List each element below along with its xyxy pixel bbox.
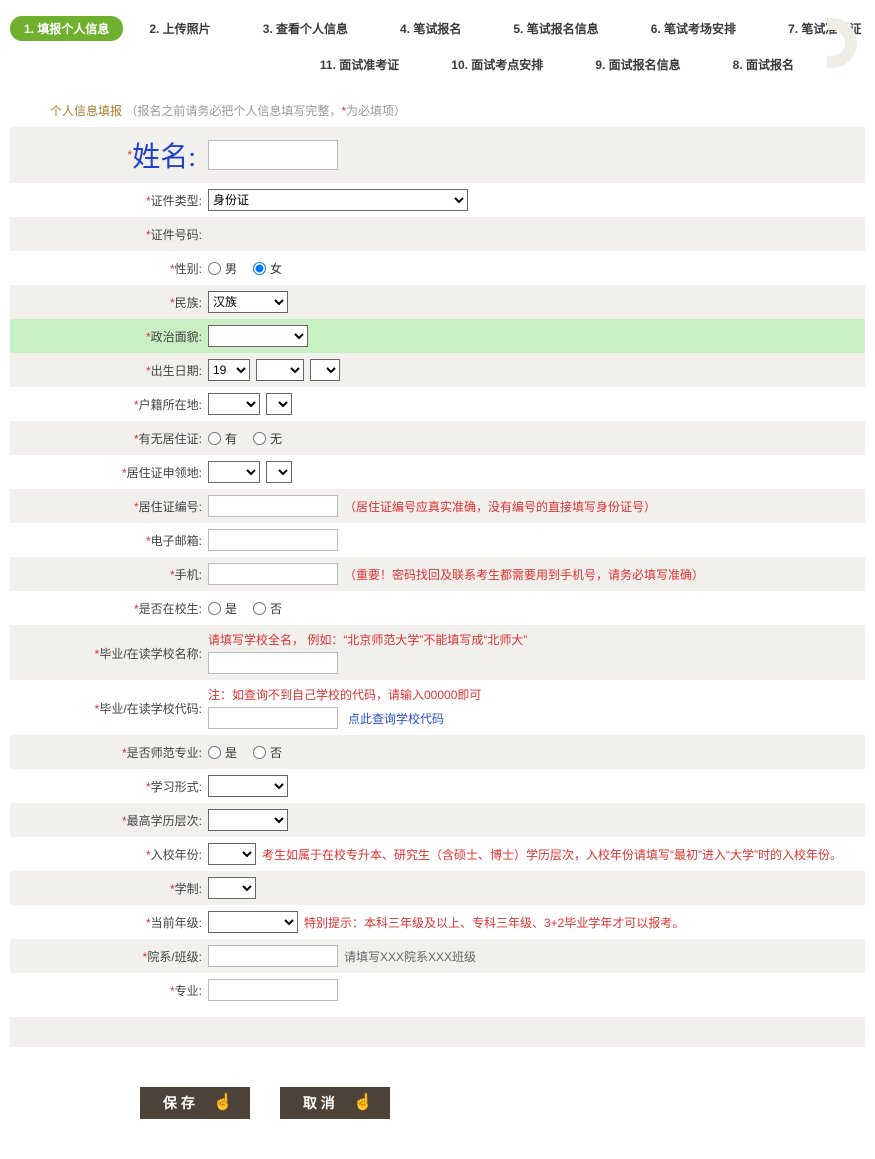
politics-select[interactable] [208,325,308,347]
birth-day-select[interactable] [310,359,340,381]
step-10[interactable]: 10. 面试考点安排 [437,52,557,77]
pointer-icon [353,1094,367,1112]
step-9[interactable]: 9. 面试报名信息 [581,52,694,77]
dept-input[interactable] [208,945,338,967]
residence-no-hint: （居住证编号应真实准确，没有编号的直接填写身份证号） [344,498,656,515]
hukou-province-select[interactable] [208,393,260,415]
school-code-input[interactable] [208,707,338,729]
grade-hint: 特别提示：本科三年级及以上、专科三年级、3+2毕业学年才可以报考。 [304,914,684,931]
save-button[interactable]: 保 存 [140,1087,250,1119]
residence-apply-city[interactable] [266,461,292,483]
major-input[interactable] [208,979,338,1001]
step-2[interactable]: 2. 上传照片 [135,16,224,41]
id-type-select[interactable]: 身份证 [208,189,468,211]
birth-month-select[interactable] [256,359,304,381]
name-input[interactable] [208,140,338,170]
phone-input[interactable] [208,563,338,585]
residence-yes[interactable]: 有 [208,430,237,447]
grade-select[interactable] [208,911,298,933]
form-footer-stripe [10,1017,865,1047]
normal-yes[interactable]: 是 [208,744,237,761]
school-code-note: 注：如查询不到自己学校的代码，请输入00000即可 [208,686,481,703]
dept-hint: 请填写XXX院系XXX班级 [344,948,476,965]
residence-no[interactable]: 无 [253,430,282,447]
step-11[interactable]: 11. 面试准考证 [306,52,413,77]
name-label: 姓名: [132,135,202,175]
gender-female[interactable]: 女 [253,260,282,277]
residence-no-input[interactable] [208,495,338,517]
cancel-button[interactable]: 取 消 [280,1087,390,1119]
step-4[interactable]: 4. 笔试报名 [386,16,475,41]
study-form-select[interactable] [208,775,288,797]
inschool-yes[interactable]: 是 [208,600,237,617]
stepper-row-2: 11. 面试准考证 10. 面试考点安排 9. 面试报名信息 8. 面试报名 [10,46,865,82]
stepper-row-1: 1. 填报个人信息 2. 上传照片 3. 查看个人信息 4. 笔试报名 5. 笔… [10,10,865,46]
school-name-hint: 请填写学校全名， 例如：“北京师范大学”不能填写成“北师大” [208,631,527,648]
step-7[interactable]: 7. 笔试准考证 [774,16,875,41]
residence-apply-province[interactable] [208,461,260,483]
step-8[interactable]: 8. 面试报名 [719,52,808,77]
school-name-input[interactable] [208,652,338,674]
school-code-lookup-link[interactable]: 点此查询学校代码 [348,710,444,727]
inschool-no[interactable]: 否 [253,600,282,617]
hukou-city-select[interactable] [266,393,292,415]
normal-no[interactable]: 否 [253,744,282,761]
phone-hint: （重要！密码找回及联系考生都需要用到手机号，请务必填写准确） [344,566,704,583]
birth-year-select[interactable]: 19 [208,359,250,381]
pointer-icon [213,1094,227,1112]
step-5[interactable]: 5. 笔试报名信息 [499,16,612,41]
section-title: 个人信息填报 （报名之前请务必把个人信息填写完整，*为必填项） [50,102,865,119]
enroll-year-hint: 考生如属于在校专升本、研究生（含硕士、博士）学历层次，入校年份请填写“最初”进入… [262,846,842,863]
email-input[interactable] [208,529,338,551]
xuezhi-select[interactable] [208,877,256,899]
section-title-text: 个人信息填报 [50,104,122,118]
stepper: 1. 填报个人信息 2. 上传照片 3. 查看个人信息 4. 笔试报名 5. 笔… [0,0,875,82]
ethnic-select[interactable]: 汉族 [208,291,288,313]
step-3[interactable]: 3. 查看个人信息 [249,16,362,41]
step-6[interactable]: 6. 笔试考场安排 [637,16,750,41]
edu-level-select[interactable] [208,809,288,831]
gender-male[interactable]: 男 [208,260,237,277]
enroll-year-select[interactable] [208,843,256,865]
form: * 姓名: *证件类型: 身份证 *证件号码: *性别: 男 [10,127,865,1119]
step-1[interactable]: 1. 填报个人信息 [10,16,123,41]
